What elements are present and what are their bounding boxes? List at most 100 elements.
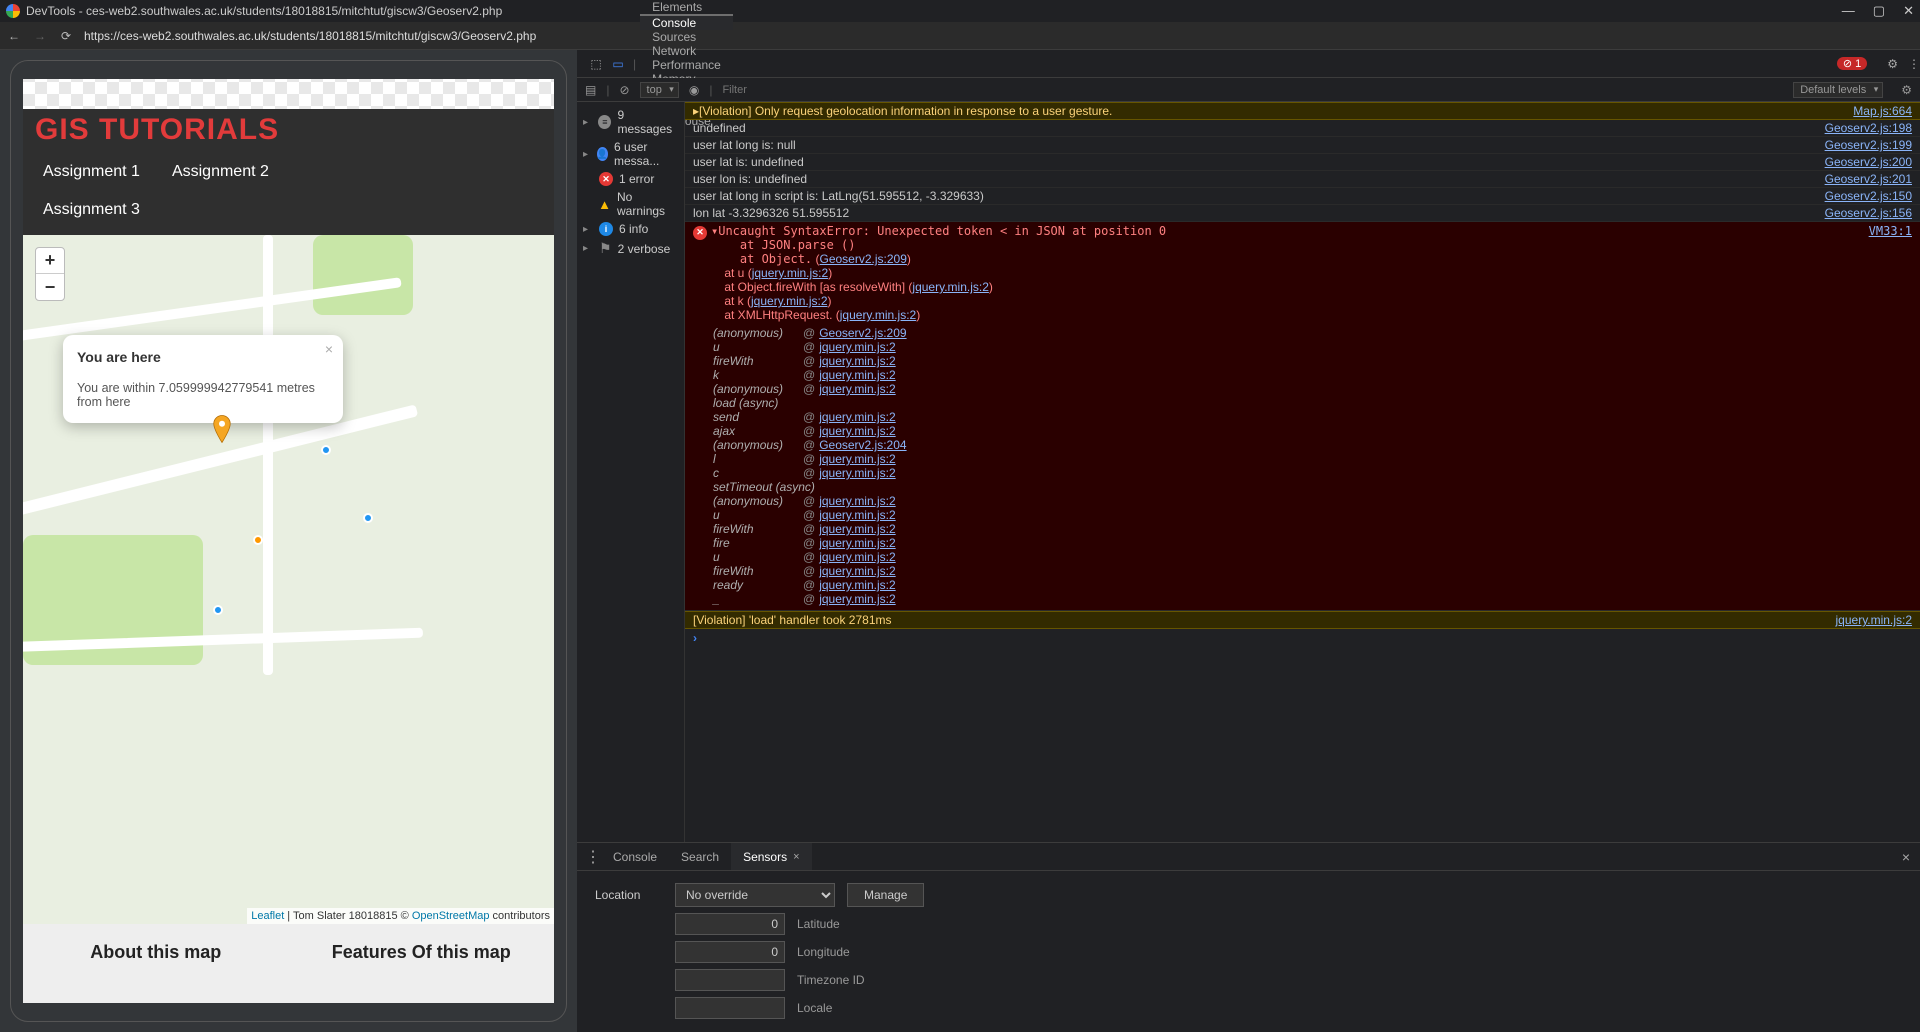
device-toggle-button[interactable]: ▭ [607,57,629,71]
location-override-select[interactable]: No override [675,883,835,907]
longitude-input[interactable] [675,941,785,963]
nav-assignment-3[interactable]: Assignment 3 [43,201,140,218]
timezone-input[interactable] [675,969,785,991]
zoom-in-button[interactable]: + [36,248,64,274]
console-log-entry[interactable]: user lat is: undefinedGeoserv2.js:200 [685,154,1920,171]
error-count-badge[interactable]: ⊘ 1 [1837,57,1867,70]
stack-frame-link[interactable]: jquery.min.js:2 [819,466,895,480]
manage-locations-button[interactable]: Manage [847,883,924,907]
console-log-entry[interactable]: ▸[Violation] Only request geolocation in… [685,102,1920,120]
sidebar-verbose[interactable]: ▸⚑2 verbose [577,238,684,259]
log-source-link[interactable]: Geoserv2.js:201 [1815,172,1912,186]
stack-frame-link[interactable]: jquery.min.js:2 [819,494,895,508]
console-log-entry[interactable]: undefinedGeoserv2.js:198 [685,120,1920,137]
nav-forward-button[interactable]: → [32,29,48,43]
devtools-more-button[interactable]: ⋮ [1908,57,1920,71]
log-source-link[interactable]: Map.js:664 [1843,104,1912,118]
window-minimize-button[interactable]: — [1842,3,1855,19]
filter-input[interactable] [722,84,902,96]
console-warning-entry[interactable]: [Violation] 'load' handler took 2781ms j… [685,611,1920,629]
drawer-tab-console[interactable]: Console [601,843,669,870]
nav-back-button[interactable]: ← [6,29,22,43]
location-label: Location [595,888,663,902]
context-select[interactable]: top [640,82,679,98]
nav-reload-button[interactable]: ⟳ [58,29,74,43]
zoom-out-button[interactable]: − [36,274,64,300]
inspect-element-button[interactable]: ⬚ [585,57,607,71]
url-text[interactable]: https://ces-web2.southwales.ac.uk/studen… [84,29,536,43]
map-marker-icon[interactable] [213,415,231,443]
drawer-close-button[interactable]: × [1902,849,1910,865]
nav-assignment-2[interactable]: Assignment 2 [172,163,269,181]
log-source-link[interactable]: Geoserv2.js:199 [1815,138,1912,152]
console-log-entry[interactable]: lon lat -3.3296326 51.595512Geoserv2.js:… [685,205,1920,222]
log-source-link[interactable]: Geoserv2.js:200 [1815,155,1912,169]
devtools-tab-network[interactable]: Network [640,44,733,58]
error-source-link[interactable]: VM33:1 [1869,224,1912,322]
map-point-icon[interactable] [253,535,263,545]
sidebar-user-messages[interactable]: ▸👤6 user messa... [577,138,684,170]
stack-frame-link[interactable]: jquery.min.js:2 [819,592,895,606]
stack-frame: fire@jquery.min.js:2 [713,536,1912,550]
stack-frame-link[interactable]: jquery.min.js:2 [819,508,895,522]
console-input[interactable] [703,631,1912,645]
locale-input[interactable] [675,997,785,1019]
stack-frame-link[interactable]: jquery.min.js:2 [819,368,895,382]
clear-console-button[interactable]: ⊘ [619,83,629,97]
stack-frame-link[interactable]: jquery.min.js:2 [819,382,895,396]
latitude-label: Latitude [797,917,840,931]
stack-frame-link[interactable]: jquery.min.js:2 [819,522,895,536]
devtools-tab-sources[interactable]: Sources [640,30,733,44]
stack-frame: load (async) [713,396,1912,410]
map-point-icon[interactable] [213,605,223,615]
drawer-more-button[interactable]: ⋮ [585,847,601,867]
warning-source-link[interactable]: jquery.min.js:2 [1826,613,1912,627]
close-sensors-tab[interactable]: × [793,851,799,863]
sidebar-toggle-button[interactable]: ▤ [585,83,596,97]
stack-frame-link[interactable]: jquery.min.js:2 [819,578,895,592]
window-close-button[interactable]: ✕ [1903,3,1914,19]
window-maximize-button[interactable]: ▢ [1873,3,1885,19]
sidebar-errors[interactable]: ✕1 error [577,170,684,188]
leaflet-link[interactable]: Leaflet [251,910,284,922]
latitude-input[interactable] [675,913,785,935]
stack-frame-link[interactable]: jquery.min.js:2 [819,340,895,354]
live-expression-button[interactable]: ◉ [689,83,699,97]
log-source-link[interactable]: Geoserv2.js:198 [1815,121,1912,135]
footer-features-heading: Features Of this map [289,942,555,963]
console-log-entry[interactable]: user lon is: undefinedGeoserv2.js:201 [685,171,1920,188]
osm-link[interactable]: OpenStreetMap [412,910,490,922]
console-error-entry[interactable]: ✕ ▾Uncaught SyntaxError: Unexpected toke… [685,222,1920,324]
stack-frame-link[interactable]: Geoserv2.js:209 [819,326,906,340]
log-source-link[interactable]: Geoserv2.js:150 [1815,189,1912,203]
sidebar-messages[interactable]: ▸≡9 messages [577,106,684,138]
log-levels-select[interactable]: Default levels [1793,82,1883,98]
stack-frame-link[interactable]: jquery.min.js:2 [819,536,895,550]
drawer-tab-search[interactable]: Search [669,843,731,870]
devtools-tab-console[interactable]: Console [640,14,733,30]
devtools-settings-button[interactable]: ⚙ [1887,57,1898,71]
stack-frame: u@jquery.min.js:2 [713,340,1912,354]
nav-assignment-1[interactable]: Assignment 1 [43,163,140,181]
sidebar-info[interactable]: ▸i6 info [577,220,684,238]
console-log-pane[interactable]: ▸[Violation] Only request geolocation in… [685,102,1920,842]
stack-frame-link[interactable]: Geoserv2.js:204 [819,438,906,452]
popup-close-button[interactable]: × [325,341,333,357]
stack-frame-link[interactable]: jquery.min.js:2 [819,564,895,578]
stack-frame-link[interactable]: jquery.min.js:2 [819,354,895,368]
sidebar-waradowsnings[interactable]: ▲No warnings [577,188,684,220]
log-source-link[interactable]: Geoserv2.js:156 [1815,206,1912,220]
stack-frame-link[interactable]: jquery.min.js:2 [819,550,895,564]
devtools-tab-performance[interactable]: Performance [640,58,733,72]
map-canvas[interactable]: + − × You are here You are within 7.0599… [23,235,554,924]
console-log-entry[interactable]: user lat long in script is: LatLng(51.59… [685,188,1920,205]
stack-frame-link[interactable]: jquery.min.js:2 [819,452,895,466]
map-point-icon[interactable] [321,445,331,455]
stack-frame-link[interactable]: jquery.min.js:2 [819,424,895,438]
stack-frame-link[interactable]: jquery.min.js:2 [819,410,895,424]
drawer-tab-sensors[interactable]: Sensors× [731,843,811,870]
console-log-entry[interactable]: user lat long is: nullGeoserv2.js:199 [685,137,1920,154]
devtools-tab-elements[interactable]: Elements [640,0,733,14]
map-point-icon[interactable] [363,513,373,523]
console-settings-button[interactable]: ⚙ [1901,83,1912,97]
